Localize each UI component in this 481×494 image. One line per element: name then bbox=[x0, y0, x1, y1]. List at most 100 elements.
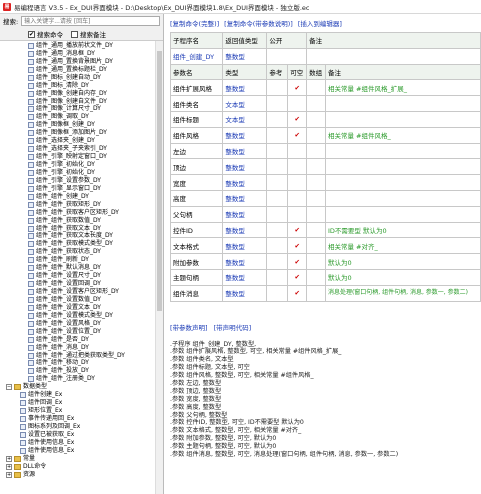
table-cell: ✔ bbox=[287, 268, 308, 286]
table-cell: 整数型 bbox=[222, 47, 268, 65]
folder-icon bbox=[14, 471, 21, 478]
search-command-checkbox[interactable]: ✔ 搜索命令 bbox=[28, 29, 63, 39]
tree-item[interactable]: 组件_组件_是否_DY bbox=[0, 336, 155, 344]
table-cell: 整数型 bbox=[222, 189, 268, 207]
search-label: 搜索: bbox=[3, 18, 19, 26]
action-link[interactable]: [插入到编辑器] bbox=[298, 18, 342, 28]
tree-group[interactable]: + 常量 bbox=[0, 455, 155, 463]
tree-item[interactable]: 组件_组件_设置文本_DY bbox=[0, 304, 155, 312]
tree-item[interactable]: 组件使用信息_Ex bbox=[0, 439, 155, 447]
tree-item[interactable]: 图标系列及回调_Ex bbox=[0, 423, 155, 431]
tree-item[interactable]: 矩形位置_Ex bbox=[0, 407, 155, 415]
table-row: 控件ID 整数型 ✔ ID不需要型 默认为0 bbox=[169, 221, 481, 239]
search-comment-checkbox[interactable]: 搜索备注 bbox=[71, 29, 106, 39]
tree-item-label: 组件_选择夹_子夹索引_DY bbox=[36, 145, 107, 153]
action-link[interactable]: [复制命令(带参数说明)] bbox=[224, 18, 293, 28]
table-cell bbox=[306, 158, 326, 176]
table-cell bbox=[324, 158, 481, 176]
tree-item[interactable]: 组件_图像_创建自内存_DY bbox=[0, 90, 155, 98]
tree-item[interactable]: 组件_引擎_映射定窗口_DY bbox=[0, 153, 155, 161]
tree-item[interactable]: 组件_组件_获取数值_DY bbox=[0, 217, 155, 225]
action-link[interactable]: [复制命令(完整)] bbox=[170, 18, 219, 28]
command-tree[interactable]: 组件_通用_播放前状文件_DY 组件_通用_消息框_DY 组件_通用_置换背景图片_… bbox=[0, 41, 155, 494]
tree-item[interactable]: 组件_组件_设置尺寸_DY bbox=[0, 272, 155, 280]
table-cell: 整数型 bbox=[222, 79, 268, 97]
table-cell bbox=[266, 126, 289, 144]
tree-item[interactable]: 组件_组件_设置风格_DY bbox=[0, 320, 155, 328]
command-icon bbox=[28, 257, 34, 264]
command-icon bbox=[28, 241, 34, 248]
expand-icon[interactable]: + bbox=[6, 463, 12, 470]
tree-item[interactable]: 组件_组件_设置模式类型_DY bbox=[0, 312, 155, 320]
command-icon bbox=[28, 265, 34, 272]
table-cell: 数组 bbox=[306, 63, 326, 81]
table-cell bbox=[266, 284, 289, 302]
tree-item[interactable]: 组件创建_Ex bbox=[0, 391, 155, 399]
table-row: 参数名 类型 参考 可空 数组 备注 bbox=[169, 63, 481, 81]
collapse-icon[interactable]: − bbox=[6, 384, 12, 391]
command-icon bbox=[28, 90, 34, 97]
folder-icon bbox=[14, 384, 21, 391]
table-cell bbox=[287, 95, 308, 112]
table-cell bbox=[287, 142, 308, 160]
tree-group-label: 资源 bbox=[23, 470, 36, 478]
tree-item[interactable]: 组件_选择夹_子夹索引_DY bbox=[0, 145, 155, 153]
tree-item[interactable]: 组件_通用_播放前状文件_DY bbox=[0, 42, 155, 50]
tree-scrollbar[interactable] bbox=[155, 41, 163, 494]
expand-icon[interactable]: + bbox=[6, 455, 12, 462]
tree-item[interactable]: 组件_组件_获取客户区矩形_DY bbox=[0, 209, 155, 217]
tree-item[interactable]: 组件_图标_创建自动_DY bbox=[0, 74, 155, 82]
search-input[interactable] bbox=[21, 16, 160, 26]
tree-item[interactable]: 组件_通用_消息框_DY bbox=[0, 50, 155, 58]
tree-item[interactable]: 组件_组件_消息_DY bbox=[0, 344, 155, 352]
tree-item[interactable]: 组件_组件_设置位置_DY bbox=[0, 328, 155, 336]
action-link[interactable]: [带声明代码] bbox=[214, 322, 252, 332]
datatype-icon bbox=[20, 439, 26, 446]
tree-item[interactable]: 组件_通用_置换背景图片_DY bbox=[0, 58, 155, 66]
tree-group[interactable]: + DLL命令 bbox=[0, 463, 155, 471]
tree-item[interactable]: 组件_组件_获取矩形_DY bbox=[0, 201, 155, 209]
tree-item[interactable]: 组件使用信息_Ex bbox=[0, 447, 155, 455]
action-link[interactable]: [带参数声明] bbox=[170, 322, 208, 332]
scrollbar-thumb[interactable] bbox=[157, 51, 162, 311]
command-icon bbox=[28, 225, 34, 232]
tree-item[interactable]: 组件_组件_默认消息_DY bbox=[0, 264, 155, 272]
tree-group[interactable]: − 数据类型 bbox=[0, 383, 155, 391]
tree-item[interactable]: 设置已被获取_Ex bbox=[0, 431, 155, 439]
tree-item[interactable]: 组件_图标_清除_DY bbox=[0, 82, 155, 90]
tree-group[interactable]: + 资源 bbox=[0, 471, 155, 479]
command-icon bbox=[28, 50, 34, 57]
table-row: 文本格式 整数型 ✔ 相关常量 #对齐_ bbox=[169, 237, 481, 255]
tree-item[interactable]: 组件_组件_设置数值_DY bbox=[0, 296, 155, 304]
tree-item-label: 组件_引擎_设置参数_DY bbox=[36, 176, 101, 184]
tree-item[interactable]: 组件_选择夹_创建_DY bbox=[0, 137, 155, 145]
table-cell bbox=[306, 79, 326, 97]
table-cell: 整数型 bbox=[222, 221, 268, 239]
table-cell: 整数型 bbox=[222, 268, 268, 286]
tree-item[interactable]: 组件_引擎_初始化_DY bbox=[0, 169, 155, 177]
table-row: 宽度 整数型 bbox=[169, 174, 481, 191]
tree-item[interactable]: 组件_引擎_初始化_DY bbox=[0, 161, 155, 169]
tree-item[interactable]: 组件_通用_置换标题栏_DY bbox=[0, 66, 155, 74]
tree-item[interactable]: 组件_组件_设置回调_DY bbox=[0, 280, 155, 288]
tree-item[interactable]: 组件_引擎_设置参数_DY bbox=[0, 177, 155, 185]
table-cell: 父句柄 bbox=[169, 205, 224, 223]
datatype-icon bbox=[20, 392, 26, 399]
tree-item[interactable]: 组件_组件_创建_DY bbox=[0, 193, 155, 201]
tree-item[interactable]: 组件回调_Ex bbox=[0, 399, 155, 407]
tree-item-label: 组件_引擎_初始化_DY bbox=[36, 168, 95, 176]
table-cell bbox=[306, 174, 326, 191]
tree-item-label: 组件_图标_创建自动_DY bbox=[36, 73, 101, 81]
command-icon bbox=[28, 328, 34, 335]
app-icon: 易 bbox=[3, 2, 11, 11]
table-cell: ✔ bbox=[287, 284, 308, 302]
tree-item[interactable]: 组件_组件_设置客户区矩形_DY bbox=[0, 288, 155, 296]
tree-item[interactable]: 组件_引擎_显示窗口_DY bbox=[0, 185, 155, 193]
command-icon bbox=[28, 106, 34, 113]
tree-item[interactable]: 事件传递用回_Ex bbox=[0, 415, 155, 423]
table-cell: 可空 bbox=[287, 63, 308, 81]
command-icon bbox=[28, 138, 34, 145]
expand-icon[interactable]: + bbox=[6, 471, 12, 478]
code-view[interactable]: .子程序 组件_创建_DY, 整数型, .参数 组件扩展风格, 整数型, 可空,… bbox=[164, 335, 481, 459]
table-cell: 文本格式 bbox=[169, 237, 224, 255]
